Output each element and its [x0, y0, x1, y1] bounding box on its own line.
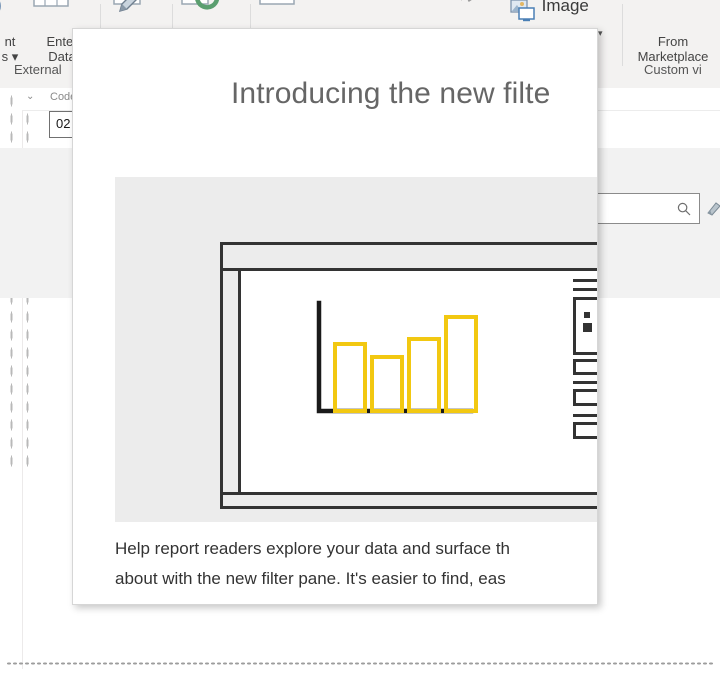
mockup-left-rail	[223, 271, 241, 492]
dialog-title: Introducing the new filte	[231, 77, 551, 110]
format-painter-icon[interactable]	[706, 200, 720, 216]
mockup-report-body	[241, 271, 597, 492]
mockup-top-bar	[223, 245, 597, 271]
ribbon-separator	[622, 4, 623, 66]
search-icon[interactable]	[677, 202, 691, 216]
filter-pane-card-expanded	[573, 297, 597, 355]
ribbon-button-from-marketplace-label: From Marketplace	[637, 34, 709, 64]
status-bar	[0, 669, 720, 679]
filter-pane-line-2	[573, 381, 597, 384]
filter-checkbox-large	[583, 323, 592, 332]
image-icon	[510, 0, 538, 22]
ribbon-button-image-label: Image	[541, 0, 589, 15]
filter-pane-card-2	[573, 359, 597, 375]
filter-pane-subtitle-line	[573, 288, 597, 291]
mockup-bottom-bar	[223, 492, 597, 506]
search-input[interactable]	[594, 193, 700, 224]
ribbon-button-image[interactable]: Image	[510, 0, 606, 22]
filter-pane-title-line	[573, 279, 597, 282]
filter-pane-card-3	[573, 389, 597, 406]
filter-pane-card-4	[573, 422, 597, 439]
dialog-body-text: Help report readers explore your data an…	[115, 539, 511, 588]
mockup-filter-pane	[571, 277, 597, 486]
marketplace-icon	[626, 0, 720, 32]
ribbon-button-from-marketplace[interactable]: From Marketplace	[626, 0, 720, 64]
ribbon-overflow-caret-icon[interactable]: ▾	[598, 29, 603, 38]
canvas-bottom-dot-guide	[6, 662, 714, 665]
dialog-hero-image	[115, 177, 597, 522]
filter-pane-line-3	[573, 414, 597, 417]
chevron-down-icon[interactable]: ⌄	[26, 92, 34, 102]
ribbon-group-label-external-data: External	[14, 62, 62, 77]
feature-announcement-dialog: Introducing the new filte Help report re…	[72, 28, 598, 605]
mockup-bar-chart	[311, 299, 491, 429]
report-mockup	[220, 242, 597, 509]
filter-checkbox-small	[584, 312, 590, 318]
ribbon-group-label-custom-visuals: Custom vi	[644, 62, 702, 77]
